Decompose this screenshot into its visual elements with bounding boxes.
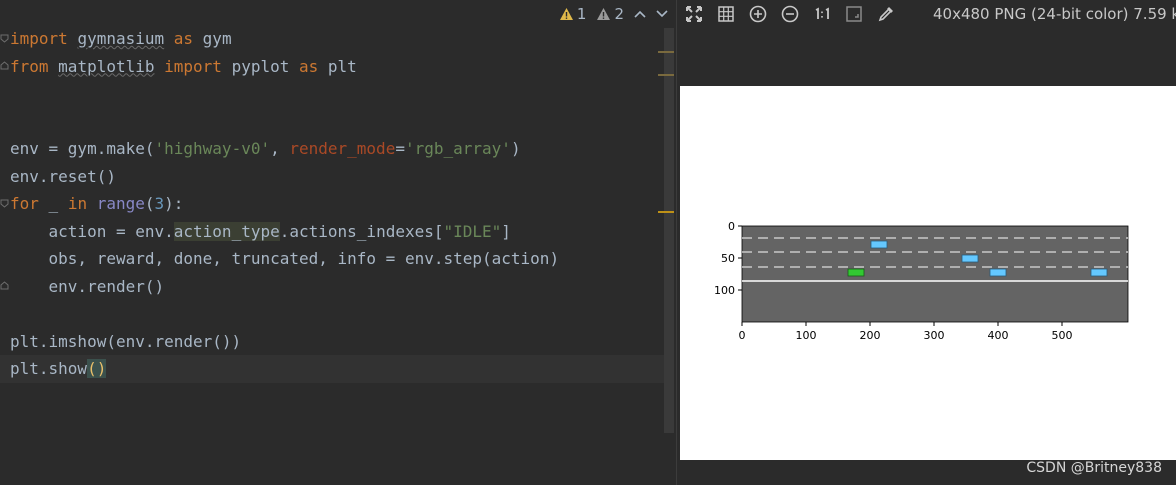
code-line[interactable]: obs, reward, done, truncated, info = env… (10, 245, 674, 273)
code-token: plt.imshow(env.render()) (10, 331, 242, 351)
y-axis: 0 50 100 (714, 220, 742, 297)
code-line[interactable]: action = env.action_type.actions_indexes… (10, 218, 674, 246)
code-token: import (154, 56, 232, 76)
code-token: = (395, 139, 405, 158)
scroll-marker-warning[interactable] (658, 211, 674, 213)
code-line[interactable]: plt.show() (0, 355, 674, 383)
code-token: "IDLE" (443, 221, 502, 241)
code-line[interactable] (10, 80, 674, 108)
grid-icon[interactable] (717, 5, 735, 23)
zoom-in-icon[interactable] (749, 5, 767, 23)
code-token: action_type (173, 221, 280, 241)
code-token: pyplot (231, 56, 290, 76)
code-token: env = gym.make( (10, 139, 155, 158)
fold-marker-icon[interactable] (0, 199, 9, 208)
code-editor[interactable]: 1 2 import gymnasium as gym from matplotl… (0, 0, 676, 485)
zoom-out-icon[interactable] (781, 5, 799, 23)
fit-to-window-icon[interactable] (685, 5, 703, 23)
color-picker-icon[interactable] (877, 5, 895, 23)
code-token: () (87, 359, 107, 378)
code-token: env.render() (10, 276, 165, 296)
code-token: plt.show (10, 359, 88, 378)
x-tick-label: 100 (796, 329, 817, 342)
code-line[interactable] (10, 108, 674, 136)
code-token: render_mode (289, 139, 396, 158)
x-tick-label: 500 (1052, 329, 1073, 342)
scroll-marker-weak-warning[interactable] (658, 74, 674, 76)
code-token: ) (510, 139, 521, 158)
weak-warning-icon (597, 8, 611, 20)
image-viewer: 40x480 PNG (24-bit color) 7.59 kB 0 50 1… (676, 0, 1176, 485)
highway-plot: 0 50 100 0 100 200 300 400 500 (714, 220, 1129, 342)
code-area[interactable]: import gymnasium as gym from matplotlib i… (0, 25, 674, 383)
other-vehicle (989, 268, 1007, 277)
fold-end-marker-icon[interactable] (0, 61, 9, 70)
other-vehicle (1090, 268, 1108, 277)
x-axis: 0 100 200 300 400 500 (739, 322, 1073, 342)
code-line[interactable]: env = gym.make('highway-v0', render_mode… (10, 135, 674, 163)
ego-vehicle (847, 268, 865, 277)
code-token: matplotlib (58, 56, 155, 76)
chevron-down-icon[interactable] (656, 7, 668, 21)
code-token: as (289, 56, 328, 76)
watermark: CSDN @Britney838 (1026, 460, 1162, 476)
image-info: 40x480 PNG (24-bit color) 7.59 kB (933, 5, 1176, 23)
image-canvas: 0 50 100 0 100 200 300 400 500 (680, 86, 1176, 460)
code-line[interactable]: from matplotlib import pyplot as plt (10, 53, 674, 81)
fold-marker-icon[interactable] (0, 34, 9, 43)
inspection-toolbar: 1 2 (559, 4, 668, 24)
code-token: action = env. (10, 221, 174, 241)
code-line[interactable]: plt.imshow(env.render()) (10, 328, 674, 356)
code-token: ] (501, 221, 511, 241)
code-token: as (164, 29, 203, 48)
code-token: in (67, 194, 97, 213)
code-token: gym (202, 29, 232, 48)
code-token: obs, reward, done, truncated, info = env… (10, 249, 560, 268)
warning-icon (559, 8, 573, 20)
fold-end-marker-icon[interactable] (0, 281, 9, 290)
x-tick-label: 200 (860, 329, 881, 342)
weak-warning-indicator[interactable]: 2 (596, 5, 624, 23)
y-tick-label: 50 (721, 252, 735, 265)
other-vehicle (870, 240, 888, 249)
code-token: plt (327, 56, 357, 76)
background-icon[interactable] (845, 5, 863, 23)
code-line[interactable]: import gymnasium as gym (10, 25, 674, 53)
code-line[interactable] (10, 300, 674, 328)
actual-size-icon[interactable] (813, 5, 831, 23)
road-surface (741, 225, 1129, 323)
code-line[interactable]: for _ in range(3): (10, 190, 674, 218)
x-tick-label: 400 (988, 329, 1009, 342)
other-vehicle (961, 254, 979, 263)
code-token: for (10, 194, 39, 213)
code-token: ): (164, 194, 184, 213)
y-tick-label: 100 (714, 284, 735, 297)
warning-indicator[interactable]: 1 (559, 5, 587, 23)
code-token: 3 (154, 194, 165, 213)
code-token: , (270, 139, 290, 158)
code-token: .actions_indexes[ (279, 221, 444, 241)
x-tick-label: 0 (739, 329, 746, 342)
y-tick-label: 0 (728, 220, 735, 233)
viewer-toolbar (685, 2, 895, 26)
x-tick-label: 300 (924, 329, 945, 342)
code-token: from (10, 56, 59, 76)
editor-scrollbar[interactable] (664, 28, 674, 433)
code-token: ( (144, 194, 155, 213)
code-line[interactable]: env.reset() (10, 163, 674, 191)
weak-warning-count: 2 (614, 5, 624, 23)
code-token: range (96, 194, 145, 213)
code-token: 'highway-v0' (154, 139, 271, 158)
warning-count: 1 (576, 5, 587, 23)
code-token: env.reset() (10, 166, 116, 186)
code-line[interactable]: env.render() (10, 273, 674, 301)
code-token: gymnasium (77, 29, 165, 48)
code-token: 'rgb_array' (404, 139, 511, 158)
chevron-up-icon[interactable] (634, 7, 646, 21)
scroll-marker-weak-warning[interactable] (658, 51, 674, 53)
code-token: _ (38, 194, 68, 213)
code-token: import (10, 29, 78, 48)
